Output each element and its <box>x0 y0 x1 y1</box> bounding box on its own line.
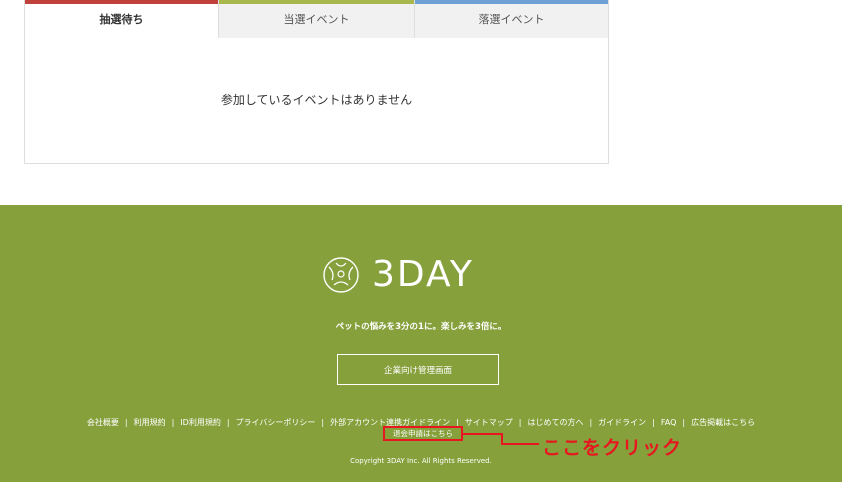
footer-link-terms[interactable]: 利用規約 <box>134 418 166 427</box>
link-separator: | <box>226 418 230 427</box>
footer-link-advertising[interactable]: 広告掲載はこちら <box>691 418 755 427</box>
link-separator: | <box>682 418 686 427</box>
callout-line-horizontal <box>463 433 503 435</box>
callout-line-lower <box>501 443 539 445</box>
link-separator: | <box>171 418 175 427</box>
footer-link-guidelines[interactable]: ガイドライン <box>598 418 646 427</box>
corporate-admin-button[interactable]: 企業向け管理画面 <box>337 354 499 385</box>
callout-click-here: ここをクリック <box>542 437 683 459</box>
tab-won-events[interactable]: 当選イベント <box>219 0 415 38</box>
footer-link-faq[interactable]: FAQ <box>661 418 677 427</box>
link-separator: | <box>652 418 655 427</box>
link-separator: | <box>321 418 325 427</box>
link-separator: | <box>518 418 522 427</box>
tab-content-panel: 参加しているイベントはありません <box>24 38 609 164</box>
footer-link-company[interactable]: 会社概要 <box>87 418 119 427</box>
withdraw-request-link[interactable]: 退会申請はこちら <box>383 426 463 441</box>
tab-accent-bar <box>219 0 414 4</box>
empty-events-message: 参加しているイベントはありません <box>220 93 413 107</box>
footer-tagline: ペットの悩みを3分の1に。楽しみを3倍に。 <box>335 322 507 332</box>
tab-label: 落選イベント <box>478 13 545 26</box>
footer-logo[interactable]: 3DAY <box>320 254 520 296</box>
footer-link-sitemap[interactable]: サイトマップ <box>465 418 513 427</box>
footer-link-first-time[interactable]: はじめての方へ <box>527 418 583 427</box>
tab-pending-lottery[interactable]: 抽選待ち <box>24 0 219 38</box>
event-tabs: 抽選待ち 当選イベント 落選イベント <box>24 0 609 38</box>
paw-globe-icon <box>323 257 359 293</box>
link-separator: | <box>589 418 593 427</box>
copyright-text: Copyright 3DAY Inc. All Rights Reserved. <box>350 457 492 465</box>
footer-link-privacy[interactable]: プライバシーポリシー <box>236 418 316 427</box>
tab-lost-events[interactable]: 落選イベント <box>415 0 609 38</box>
tab-label: 抽選待ち <box>99 13 144 26</box>
site-footer: 3DAY ペットの悩みを3分の1に。楽しみを3倍に。 企業向け管理画面 会社概要… <box>0 205 842 482</box>
tab-label: 当選イベント <box>283 13 350 26</box>
tab-accent-bar <box>25 0 218 4</box>
logo-wordmark: 3DAY <box>372 254 474 295</box>
tab-accent-bar <box>415 0 608 4</box>
footer-link-id-terms[interactable]: ID利用規約 <box>180 418 221 427</box>
link-separator: | <box>124 418 128 427</box>
